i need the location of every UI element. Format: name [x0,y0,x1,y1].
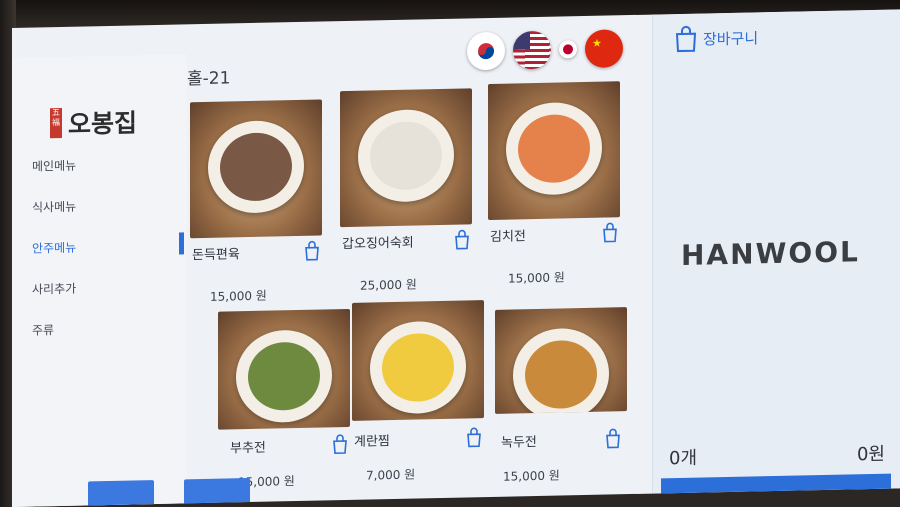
add-to-cart-icon[interactable] [330,433,350,455]
add-to-cart-icon[interactable] [600,221,620,243]
product-name: 돈득편육 [192,247,240,264]
sidebar-item-main[interactable]: 메인메뉴 [32,154,182,174]
category-menu: 메인메뉴 식사메뉴 안주메뉴 사리추가 주류 [32,154,184,362]
add-to-cart-icon[interactable] [302,240,322,262]
sidebar-item-side-dish[interactable]: 안주메뉴 [32,232,184,256]
cart-header: 장바구니 [673,22,758,54]
korea-flag-icon[interactable] [467,31,505,71]
product-card[interactable]: 갑오징어숙회 25,000 원 [340,88,480,293]
product-photo [495,307,627,414]
product-photo [218,308,350,430]
product-card[interactable]: 계란찜 7,000 원 [352,300,492,483]
product-name: 김치전 [490,229,526,245]
product-card[interactable]: 돈득편육 15,000 원 [190,99,330,304]
product-price: 7,000 원 [366,467,416,483]
active-indicator [179,232,184,255]
product-card[interactable]: 김치전 15,000 원 [488,81,628,286]
product-price: 15,000 원 [210,288,267,304]
product-name: 녹두전 [501,435,537,451]
language-selector: ★ [467,29,623,71]
product-photo [488,81,620,221]
product-grid: 돈득편육 15,000 원 갑오징어숙회 25,000 원 김치전 15,000… [190,81,640,489]
add-to-cart-icon[interactable] [464,426,484,448]
sidebar: 五福 오봉집 메인메뉴 식사메뉴 안주메뉴 사리추가 주류 [12,54,187,507]
sidebar-item-add-noodles[interactable]: 사리추가 [32,277,182,297]
cart-title: 장바구니 [703,28,759,49]
logo-text: 오봉집 [68,108,138,139]
product-name: 계란찜 [354,434,390,450]
sidebar-item-alcohol[interactable]: 주류 [32,318,182,338]
add-to-cart-icon[interactable] [452,228,472,250]
order-button[interactable] [661,473,891,499]
logo-mark: 五福 [50,107,62,139]
product-card[interactable]: 부추전 15,000 원 [218,308,358,489]
product-photo [190,99,322,239]
brand-logo: HANWOOL [681,235,860,272]
usa-flag-icon[interactable] [513,30,551,70]
restaurant-logo: 五福 오봉집 [50,103,137,141]
home-button[interactable] [88,480,154,507]
sidebar-item-meal[interactable]: 식사메뉴 [32,195,182,215]
product-price: 25,000 원 [360,277,417,293]
shopping-bag-icon [675,25,697,53]
cart-total: 0원 [856,443,885,466]
add-to-cart-icon[interactable] [603,427,623,449]
product-card[interactable]: 녹두전 15,000 원 [495,307,635,484]
product-photo [340,88,472,228]
kiosk-screen: 五福 오봉집 메인메뉴 식사메뉴 안주메뉴 사리추가 주류 홀-21 ★ 돈득편… [12,9,900,507]
china-flag-icon[interactable]: ★ [585,29,623,68]
product-price: 15,000 원 [503,468,560,484]
product-photo [352,300,484,421]
table-number: 홀-21 [187,68,231,90]
staff-call-button[interactable] [184,478,250,507]
cart-count: 0개 [669,447,698,470]
product-name: 갑오징어숙회 [342,235,414,253]
product-name: 부추전 [230,440,266,457]
japan-flag-icon[interactable] [559,40,577,59]
cart-panel: 장바구니 HANWOOL 0개 0원 [652,9,900,499]
product-price: 15,000 원 [508,270,565,286]
